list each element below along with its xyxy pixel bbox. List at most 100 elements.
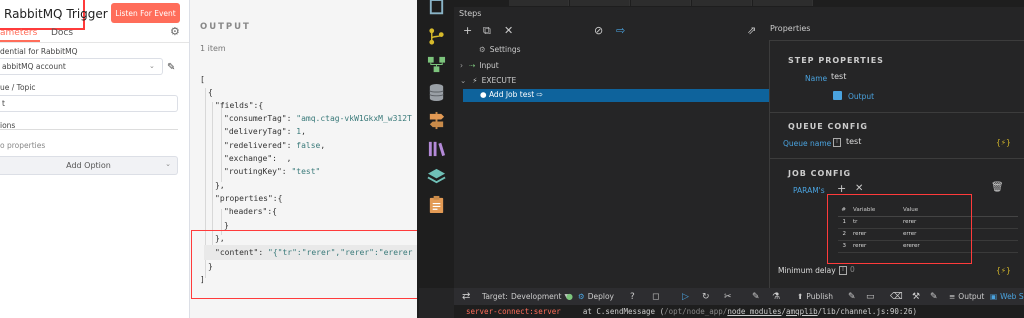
tab-parameters[interactable]: ameters [0,28,37,38]
json-line: "deliveryTag": 1, [224,127,306,136]
chevron-right-icon: › [460,61,463,70]
brush-icon[interactable]: ✎ [752,288,760,305]
brush-icon[interactable]: ✎ [848,288,856,305]
console-output: server-connect:server at C.sendMessage (/… [454,305,1024,318]
annotation-box [827,194,972,264]
build-icon[interactable]: ⚒ [912,288,920,305]
tree-item-execute[interactable]: ⌄ ⚡ EXECUTE [460,74,516,87]
clear-icon[interactable]: ⌫ [890,288,903,305]
editor-tab[interactable] [509,0,569,6]
dev-tools-icon[interactable]: ⚗ [772,288,780,305]
deploy-icon: ⚙ [578,292,585,301]
terminal-icon[interactable]: ▭ [866,288,875,305]
clipboard-icon[interactable] [427,195,446,214]
deploy-button[interactable]: ⚙ Deploy [578,288,614,305]
minimum-delay-input[interactable]: 0 [850,265,855,274]
json-value: "test" [291,167,321,176]
database-icon[interactable] [427,83,446,102]
add-job-label: Add Job test [488,90,535,99]
tree-label: Settings [489,45,521,54]
chevron-down-icon: ⌄ [460,76,467,85]
dynamic-data-button[interactable]: {⚡} [996,266,1011,275]
item-count: 1 item [200,44,226,53]
output-label: Output [958,292,985,301]
json-punct: :{ [267,207,277,216]
editor-tab[interactable] [753,0,813,6]
json-key: "fields" [215,101,254,110]
tree-item-settings[interactable]: ⚙ Settings [479,43,521,56]
close-icon[interactable]: ✕ [504,24,513,37]
console-path[interactable]: amqplib [786,307,818,316]
arrow-icon: ⇨ [536,90,543,99]
editor-tab[interactable] [570,0,630,6]
panel-divider [769,40,770,288]
tab-docs[interactable]: Docs [51,28,73,38]
indent-guide [212,102,213,245]
export-icon[interactable]: ⇨ [616,24,625,37]
files-icon[interactable] [427,0,446,19]
gear-icon[interactable]: ⚙ [170,25,180,38]
section-step-properties: STEP PROPERTIES [788,56,884,65]
sync-icon[interactable]: ⇄ [462,288,470,305]
remove-param-icon[interactable]: ✕ [855,183,863,194]
target-value: Development [511,292,562,301]
dynamic-data-button[interactable]: {⚡} [996,138,1011,147]
execute-icon: ⚡ [472,76,478,85]
output-checkbox[interactable] [833,91,842,100]
signpost-icon[interactable] [427,111,446,130]
queue-name-input[interactable]: test [846,137,861,146]
console-path: /opt/node_app/ [664,307,728,316]
divider [0,129,178,130]
workflow-icon[interactable] [427,55,446,74]
trash-icon[interactable]: 🗑 [991,182,1004,193]
pencil-icon[interactable]: ✎ [167,62,175,73]
queue-input[interactable]: t [0,95,178,112]
indent-guide [221,104,222,182]
stop-icon[interactable]: ◻ [652,288,659,305]
ide-window: Steps + ⧉ ✕ ⊘ ⇨ ⇗ ⚙ Settings › ⇢ Input ⌄ ⚡ EX… [419,0,1024,318]
target-select[interactable]: Development ▼ [511,288,569,305]
run-icon[interactable]: ▷ [682,288,689,305]
steps-toolbar: + ⧉ ✕ ⊘ ⇨ ⇗ [454,24,774,40]
tree-item-input[interactable]: › ⇢ Input [460,59,499,72]
web-server-log-button[interactable]: ▣Web Server L [990,288,1024,305]
tree-item-add-job[interactable]: ● Add Job test ⇨ [463,89,769,102]
copy-icon[interactable]: ⧉ [483,24,491,38]
git-branch-icon[interactable] [427,27,446,46]
editor-tab[interactable] [692,0,752,6]
console-path: /lib/channel.js:90:26) [817,307,917,316]
json-line: "redelivered": false, [224,141,326,150]
disable-icon[interactable]: ⊘ [594,24,603,37]
open-external-icon[interactable]: ⇗ [747,24,756,37]
add-option-button[interactable]: Add Option ⌄ [0,156,178,175]
annotation-box [191,230,417,299]
publish-button[interactable]: ⬆ Publish [797,288,833,305]
tree-label: ● Add Job test ⇨ [480,90,543,99]
section-queue-config: QUEUE CONFIG [788,122,868,131]
editor-tab[interactable] [631,0,691,6]
credential-select[interactable]: abbitMQ account ⌄ [0,58,163,75]
chevron-down-icon: ⌄ [149,62,155,70]
output-brush-icon[interactable]: ✎ [930,288,938,305]
output-button[interactable]: ≡ Output [949,288,984,305]
json-line: [ [200,75,205,84]
layers-icon[interactable] [427,167,446,186]
steps-title: Steps [459,9,482,18]
console-path[interactable]: node_modules [727,307,781,316]
json-value: : , [272,154,292,163]
add-icon[interactable]: + [463,24,472,37]
json-line: "properties":{ [215,194,282,203]
refresh-icon[interactable]: ↻ [702,288,710,305]
json-key: "headers" [224,207,268,216]
bottom-toolbar: ⇄ Target: Development ▼ ● ⚙ Deploy ? ◻ ▷ ↻… [454,288,1024,305]
properties-title: Properties [770,24,811,33]
tree-label: EXECUTE [481,76,517,85]
help-icon[interactable]: ? [630,288,635,305]
listen-for-event-button[interactable]: Listen For Event [111,3,180,23]
name-input[interactable]: test [831,72,846,81]
library-icon[interactable] [427,139,446,158]
status-dot-icon: ● [566,292,573,301]
tools-icon[interactable]: ✂ [724,288,732,305]
web-server-label: Web Server L [1000,292,1024,301]
node-editor-panel: RabbitMQ Trigger Listen For Event ameter… [0,0,190,318]
